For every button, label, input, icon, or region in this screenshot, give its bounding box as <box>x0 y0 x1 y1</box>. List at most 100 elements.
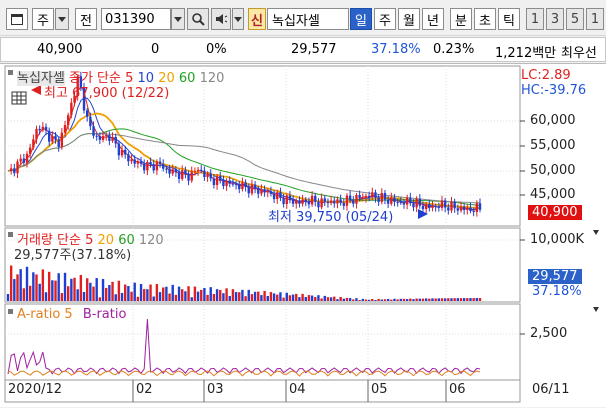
volume-bar <box>117 280 121 301</box>
volume-bar <box>136 296 140 301</box>
candle-body <box>165 168 168 170</box>
candle-body <box>234 183 238 185</box>
new-badge-label: 신 <box>251 13 263 29</box>
volume-bar <box>92 286 95 301</box>
candle-body <box>114 137 117 144</box>
volume-bar <box>184 291 187 301</box>
type-select[interactable]: 주 <box>32 8 54 30</box>
volume-bar <box>212 293 216 301</box>
volume-bar <box>380 299 383 301</box>
volume-bar <box>396 299 399 301</box>
candle-body <box>120 149 124 156</box>
type-dropdown-button[interactable] <box>55 8 69 30</box>
volume-bar <box>60 293 64 301</box>
candle-body <box>41 126 45 131</box>
volume-bar <box>434 298 437 301</box>
period-year-label: 년 <box>427 13 439 29</box>
period-year-tab[interactable]: 년 <box>422 8 444 30</box>
sound-dropdown-button[interactable] <box>232 8 244 30</box>
candle-body <box>345 195 349 206</box>
volume-bar <box>70 278 73 301</box>
candle-body <box>95 135 98 137</box>
number-button-5[interactable]: 5 <box>566 8 584 30</box>
candle-body <box>418 198 422 206</box>
period-day-label: 일 <box>355 13 367 29</box>
grid-settings-icon[interactable] <box>11 91 27 105</box>
search-button[interactable] <box>187 8 209 30</box>
period-day-tab[interactable]: 일 <box>350 8 372 30</box>
candle-body <box>348 195 352 201</box>
volume-bar <box>371 298 374 301</box>
chart-area[interactable]: 녹십자셀 종가 단순 5 10 20 60 120 최고 67,900 (12/… <box>0 63 606 407</box>
search-icon <box>192 13 205 26</box>
new-badge[interactable]: 신 <box>248 8 266 30</box>
mode-select[interactable]: 전 <box>75 8 97 30</box>
candle-body <box>190 171 193 181</box>
number-label-1: 1 <box>530 11 540 27</box>
type-label: 주 <box>37 13 49 29</box>
candle-body <box>158 161 162 165</box>
code-dropdown-button[interactable] <box>171 8 185 30</box>
candle-body <box>32 139 35 148</box>
change-percent: 0% <box>206 42 227 57</box>
volume-bar <box>219 289 222 301</box>
scroll-down-icon[interactable] <box>593 307 599 312</box>
number-button-3[interactable]: 3 <box>546 8 564 30</box>
candle-body <box>136 161 140 164</box>
candle-body <box>428 204 431 209</box>
window-menu-button[interactable] <box>6 8 28 30</box>
candle-body <box>364 195 368 198</box>
volume-bar <box>260 295 263 301</box>
volume-bar <box>428 298 431 301</box>
candle-body <box>111 137 114 141</box>
candle-body <box>108 135 111 141</box>
candle-body <box>19 158 22 162</box>
period-month-tab[interactable]: 월 <box>398 8 420 30</box>
volume-bar <box>447 298 450 301</box>
period-week-tab[interactable]: 주 <box>374 8 396 30</box>
volume-bar <box>32 272 35 301</box>
volume-bar <box>44 292 48 301</box>
chevron-down-icon <box>234 16 242 22</box>
volume-bar <box>130 291 133 301</box>
y-tick-50000: 50,000 <box>530 163 576 178</box>
period-week-label: 주 <box>379 13 391 29</box>
interval-tick-tab[interactable]: 틱 <box>498 8 520 30</box>
candle-body <box>247 186 250 194</box>
volume-bar <box>149 284 152 301</box>
x-label-2020-12: 2020/12 <box>8 382 63 397</box>
candle-body <box>456 208 460 211</box>
volume-bar <box>367 299 371 301</box>
candle-body <box>203 170 206 177</box>
volume-bar <box>402 298 406 301</box>
candle-body <box>66 115 70 126</box>
candle-body <box>276 192 279 200</box>
volume-bar <box>320 298 323 301</box>
candle-body <box>298 200 301 204</box>
interval-minute-tab[interactable]: 분 <box>450 8 472 30</box>
number-button-10[interactable]: 1 <box>586 8 604 30</box>
candle-body <box>424 204 428 210</box>
code-value: 031390 <box>105 11 155 27</box>
scroll-up-icon[interactable] <box>593 230 599 235</box>
candle-body <box>241 182 244 190</box>
volume-bar <box>19 269 22 301</box>
candle-body <box>231 183 235 185</box>
volume-bar <box>453 298 456 301</box>
candle-body <box>269 191 273 194</box>
volume-bar <box>105 287 108 301</box>
sound-button[interactable] <box>211 8 231 30</box>
code-input[interactable]: 031390 <box>101 8 171 30</box>
candle-body <box>412 203 415 208</box>
chevron-down-icon <box>58 16 66 22</box>
number-button-1[interactable]: 1 <box>526 8 544 30</box>
volume-bar <box>16 274 19 301</box>
volume-bar <box>323 295 326 301</box>
low-note: 최저 39,750 (05/24) <box>268 210 394 225</box>
volume-bar <box>272 293 276 301</box>
candle-body <box>155 161 159 171</box>
candle-body <box>22 158 26 163</box>
volume-bar <box>390 299 393 301</box>
interval-second-tab[interactable]: 초 <box>474 8 496 30</box>
stock-name-field[interactable]: 녹십자셀 <box>267 8 349 30</box>
